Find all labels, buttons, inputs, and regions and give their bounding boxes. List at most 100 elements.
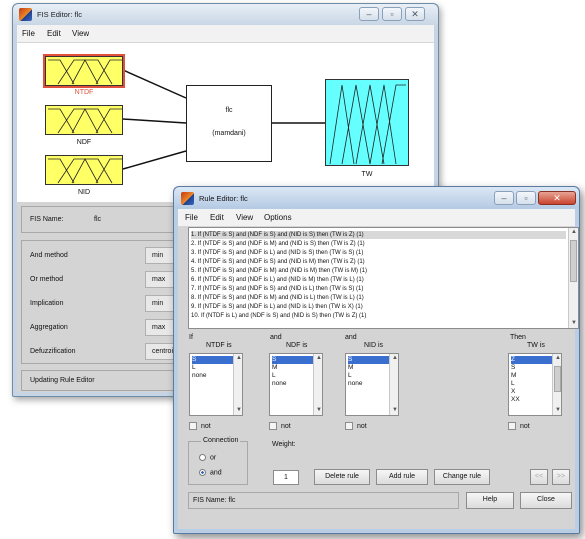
help-button[interactable]: Help — [466, 492, 514, 509]
minimize-icon[interactable]: – — [359, 7, 379, 21]
minimize-icon[interactable]: – — [494, 191, 514, 205]
close-button[interactable]: Close — [520, 492, 572, 509]
rule-item-2[interactable]: 2. If (NTDF is S) and (NDF is M) and (NI… — [191, 240, 365, 248]
fis-editor-titlebar[interactable]: FIS Editor: flc – ▫ ✕ — [13, 4, 438, 25]
list-item[interactable]: Z — [511, 356, 553, 364]
nid-not-checkbox[interactable]: not — [345, 422, 367, 430]
ntdf-not-checkbox[interactable]: not — [189, 422, 211, 430]
scroll-down-icon[interactable]: ▼ — [234, 406, 244, 415]
rule-item-7[interactable]: 7. If (NTDF is S) and (NDF is S) and (NI… — [191, 285, 363, 293]
rule-editor-titlebar[interactable]: Rule Editor: flc – ▫ ✕ — [174, 187, 579, 209]
menu-view[interactable]: View — [72, 29, 89, 38]
checkbox-icon[interactable] — [508, 422, 516, 430]
list-item[interactable]: X — [511, 388, 551, 396]
and-method-label: And method — [30, 252, 68, 259]
rule-item-5[interactable]: 5. If (NTDF is S) and (NDF is M) and (NI… — [191, 267, 367, 275]
list-item[interactable]: S — [272, 356, 314, 364]
maximize-icon[interactable]: ▫ — [516, 191, 536, 205]
checkbox-icon[interactable] — [269, 422, 277, 430]
list-item[interactable]: none — [272, 380, 312, 388]
output-tw-box[interactable] — [325, 79, 409, 166]
or-radio[interactable]: or — [199, 454, 216, 461]
list-item[interactable]: M — [511, 372, 551, 380]
list-item[interactable]: S — [192, 356, 234, 364]
scroll-down-icon[interactable]: ▼ — [314, 406, 324, 415]
list-item[interactable]: S — [511, 364, 551, 372]
list-item[interactable]: L — [272, 372, 312, 380]
previous-rule-button[interactable]: << — [530, 469, 548, 485]
scroll-down-icon[interactable]: ▼ — [569, 319, 578, 328]
checkbox-icon[interactable] — [345, 422, 353, 430]
menu-file[interactable]: File — [185, 213, 198, 222]
rules-listbox[interactable]: 1. If (NTDF is S) and (NDF is S) and (NI… — [188, 227, 579, 329]
change-rule-button[interactable]: Change rule — [434, 469, 490, 485]
scroll-up-icon[interactable]: ▲ — [553, 354, 563, 363]
ndf-not-checkbox[interactable]: not — [269, 422, 291, 430]
menu-edit[interactable]: Edit — [210, 213, 224, 222]
scroll-thumb[interactable] — [554, 366, 561, 392]
tw-listbox[interactable]: Z S M L X XX ▲ ▼ — [508, 353, 562, 416]
membership-function-icon — [48, 108, 122, 134]
close-icon[interactable]: ✕ — [538, 191, 576, 205]
scroll-up-icon[interactable]: ▲ — [390, 354, 400, 363]
fis-editor-title: FIS Editor: flc — [37, 10, 83, 19]
rules-scrollbar[interactable]: ▲ ▼ — [568, 228, 578, 328]
next-rule-button[interactable]: >> — [552, 469, 570, 485]
close-icon[interactable]: ✕ — [405, 7, 425, 21]
weight-input[interactable]: 1 — [273, 470, 299, 485]
rule-item-6[interactable]: 6. If (NTDF is S) and (NDF is L) and (NI… — [191, 276, 364, 284]
scroll-down-icon[interactable]: ▼ — [390, 406, 400, 415]
delete-rule-button[interactable]: Delete rule — [314, 469, 370, 485]
radio-icon[interactable] — [199, 454, 206, 461]
system-box[interactable]: flc (mamdani) — [186, 85, 272, 162]
rule-item-3[interactable]: 3. If (NTDF is S) and (NDF is L) and (NI… — [191, 249, 363, 257]
scroll-thumb[interactable] — [570, 240, 577, 282]
add-rule-button[interactable]: Add rule — [376, 469, 428, 485]
rule-item-10[interactable]: 10. If (NTDF is L) and (NDF is S) and (N… — [191, 312, 366, 320]
nid-listbox[interactable]: S M L none ▲ ▼ — [345, 353, 399, 416]
rule-item-4[interactable]: 4. If (NTDF is S) and (NDF is S) and (NI… — [191, 258, 365, 266]
list-item[interactable]: L — [348, 372, 388, 380]
tw-scrollbar[interactable]: ▲ ▼ — [552, 354, 561, 415]
not-label: not — [281, 422, 291, 430]
ntdf-is-label: NTDF is — [206, 342, 232, 349]
menu-edit[interactable]: Edit — [47, 29, 61, 38]
ndf-listbox[interactable]: S M L none ▲ ▼ — [269, 353, 323, 416]
ntdf-scrollbar[interactable]: ▲ ▼ — [233, 354, 242, 415]
input-nid-label: NID — [77, 189, 91, 196]
rule-item-8[interactable]: 8. If (NTDF is S) and (NDF is M) and (NI… — [191, 294, 364, 302]
implication-label: Implication — [30, 300, 64, 307]
nid-scrollbar[interactable]: ▲ ▼ — [389, 354, 398, 415]
rule-editor-body: 1. If (NTDF is S) and (NDF is S) and (NI… — [178, 227, 579, 529]
input-ndf-box[interactable] — [45, 105, 123, 135]
rule-item-1[interactable]: 1. If (NTDF is S) and (NDF is S) and (NI… — [191, 231, 566, 239]
menu-file[interactable]: File — [22, 29, 35, 38]
scroll-up-icon[interactable]: ▲ — [569, 228, 578, 237]
list-item[interactable]: M — [272, 364, 312, 372]
list-item[interactable]: M — [348, 364, 388, 372]
input-nid-box[interactable] — [45, 155, 123, 185]
maximize-icon[interactable]: ▫ — [382, 7, 402, 21]
fis-name-value[interactable]: flc — [94, 216, 101, 223]
list-item[interactable]: XX — [511, 396, 551, 404]
checkbox-icon[interactable] — [189, 422, 197, 430]
list-item[interactable]: L — [511, 380, 551, 388]
rule-item-9[interactable]: 9. If (NTDF is S) and (NDF is L) and (NI… — [191, 303, 363, 311]
list-item[interactable]: S — [348, 356, 390, 364]
scroll-down-icon[interactable]: ▼ — [553, 406, 563, 415]
input-ntdf-box[interactable] — [43, 54, 125, 88]
list-item[interactable]: L — [192, 364, 232, 372]
scroll-up-icon[interactable]: ▲ — [234, 354, 244, 363]
menu-view[interactable]: View — [236, 213, 253, 222]
ntdf-listbox[interactable]: S L none ▲ ▼ — [189, 353, 243, 416]
menu-options[interactable]: Options — [264, 213, 292, 222]
scroll-up-icon[interactable]: ▲ — [314, 354, 324, 363]
tw-not-checkbox[interactable]: not — [508, 422, 530, 430]
and-radio[interactable]: and — [199, 469, 222, 476]
matlab-app-icon — [181, 192, 194, 205]
not-label: not — [520, 422, 530, 430]
radio-selected-icon[interactable] — [199, 469, 206, 476]
ndf-scrollbar[interactable]: ▲ ▼ — [313, 354, 322, 415]
list-item[interactable]: none — [192, 372, 232, 380]
list-item[interactable]: none — [348, 380, 388, 388]
